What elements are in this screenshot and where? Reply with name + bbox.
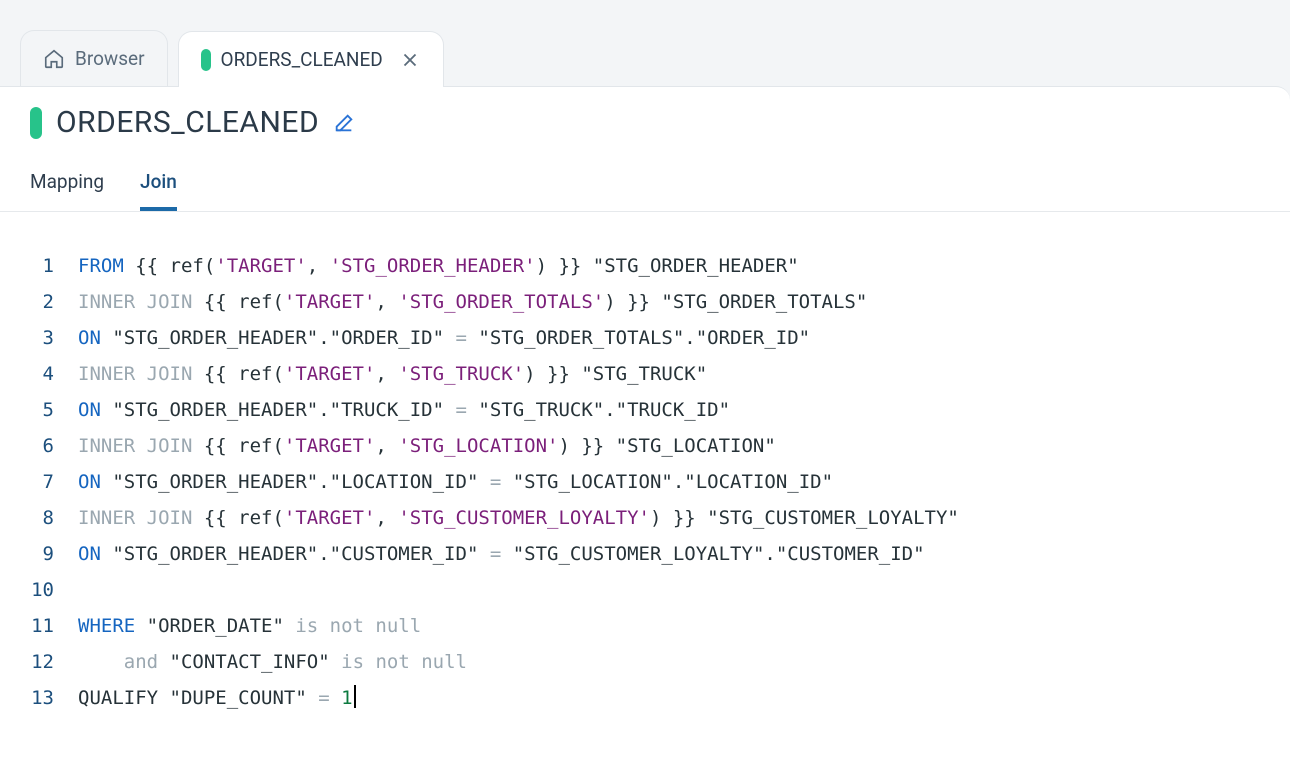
main-content: ORDERS_CLEANED Mapping Join 1FROM {{ ref… — [0, 86, 1290, 772]
text-cursor — [354, 685, 356, 708]
close-icon[interactable] — [399, 49, 421, 71]
home-icon — [43, 48, 65, 70]
code-line: 4INNER JOIN {{ ref('TARGET', 'STG_TRUCK'… — [20, 356, 1270, 392]
model-chip-icon — [30, 107, 42, 139]
tab-label: ORDERS_CLEANED — [221, 48, 383, 71]
sql-editor[interactable]: 1FROM {{ ref('TARGET', 'STG_ORDER_HEADER… — [0, 212, 1290, 726]
code-line: 3ON "STG_ORDER_HEADER"."ORDER_ID" = "STG… — [20, 320, 1270, 356]
code-line: 8INNER JOIN {{ ref('TARGET', 'STG_CUSTOM… — [20, 500, 1270, 536]
tab-mapping[interactable]: Mapping — [30, 170, 104, 211]
code-line: 9ON "STG_ORDER_HEADER"."CUSTOMER_ID" = "… — [20, 536, 1270, 572]
code-line: 10 — [20, 572, 1270, 608]
code-line: 13QUALIFY "DUPE_COUNT" = 1 — [20, 680, 1270, 716]
tab-bar: Browser ORDERS_CLEANED — [0, 0, 1290, 86]
code-line: 2INNER JOIN {{ ref('TARGET', 'STG_ORDER_… — [20, 284, 1270, 320]
code-line: 1FROM {{ ref('TARGET', 'STG_ORDER_HEADER… — [20, 248, 1270, 284]
code-line: 11WHERE "ORDER_DATE" is not null — [20, 608, 1270, 644]
tab-join[interactable]: Join — [140, 170, 177, 211]
browser-tab[interactable]: Browser — [20, 30, 168, 86]
model-chip-icon — [201, 49, 211, 71]
title-row: ORDERS_CLEANED — [0, 87, 1290, 148]
page-title: ORDERS_CLEANED — [56, 105, 319, 140]
code-line: 5ON "STG_ORDER_HEADER"."TRUCK_ID" = "STG… — [20, 392, 1270, 428]
active-file-tab[interactable]: ORDERS_CLEANED — [178, 31, 444, 87]
code-line: 6INNER JOIN {{ ref('TARGET', 'STG_LOCATI… — [20, 428, 1270, 464]
tab-label: Browser — [75, 47, 145, 70]
edit-icon[interactable] — [333, 112, 355, 134]
code-line: 12 and "CONTACT_INFO" is not null — [20, 644, 1270, 680]
code-line: 7ON "STG_ORDER_HEADER"."LOCATION_ID" = "… — [20, 464, 1270, 500]
sub-tabs: Mapping Join — [0, 148, 1290, 212]
